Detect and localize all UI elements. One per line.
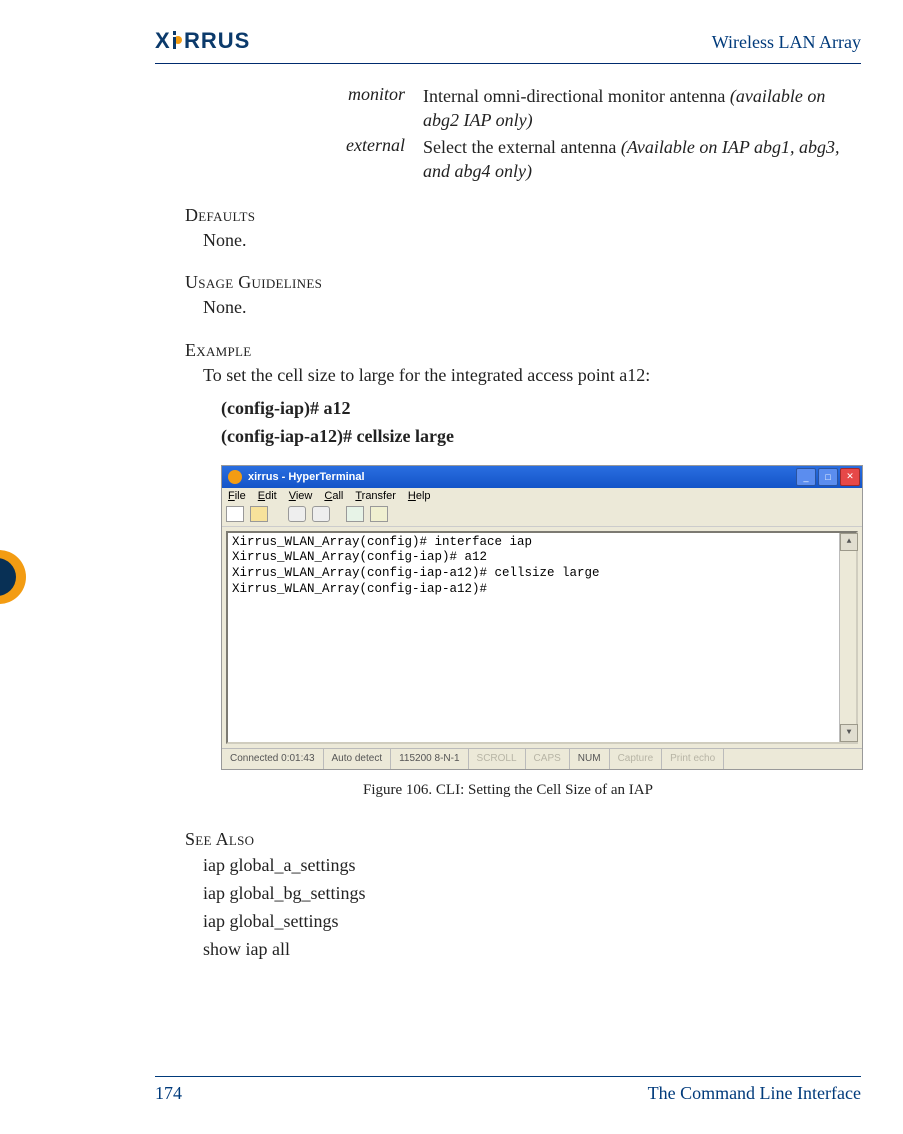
cmd-line-1: (config-iap)# a12 <box>221 395 861 423</box>
menu-transfer[interactable]: Transfer <box>355 490 396 502</box>
terminal-area[interactable]: Xirrus_WLAN_Array(config)# interface iap… <box>226 531 858 744</box>
menu-bar: File Edit View Call Transfer Help <box>222 488 862 504</box>
status-auto: Auto detect <box>324 749 392 769</box>
status-echo: Print echo <box>662 749 724 769</box>
heading-defaults: Defaults <box>185 205 861 226</box>
status-bar: Connected 0:01:43 Auto detect 115200 8-N… <box>222 748 862 769</box>
term-line: Xirrus_WLAN_Array(config-iap)# a12 <box>232 550 852 566</box>
seealso-item: show iap all <box>203 936 861 964</box>
seealso-item: iap global_bg_settings <box>203 880 861 908</box>
heading-seealso: See Also <box>185 829 861 850</box>
status-baud: 115200 8-N-1 <box>391 749 468 769</box>
spec-term-external: external <box>285 135 423 184</box>
new-icon[interactable] <box>226 506 244 522</box>
doc-title: Wireless LAN Array <box>712 28 861 53</box>
cmd-line-2: (config-iap-a12)# cellsize large <box>221 423 861 451</box>
close-button[interactable]: ✕ <box>840 468 860 486</box>
spec-external-text: Select the external antenna <box>423 137 621 157</box>
chapter-name: The Command Line Interface <box>648 1083 861 1104</box>
toolbar <box>222 504 862 527</box>
status-num: NUM <box>570 749 610 769</box>
maximize-button[interactable]: □ <box>818 468 838 486</box>
minimize-button[interactable]: _ <box>796 468 816 486</box>
menu-view[interactable]: View <box>289 490 313 502</box>
page-header: X RRUS Wireless LAN Array <box>155 28 861 64</box>
spec-monitor-text: Internal omni-directional monitor antenn… <box>423 86 730 106</box>
status-capture: Capture <box>610 749 663 769</box>
titlebar: xirrus - HyperTerminal _ □ ✕ <box>222 466 862 488</box>
spec-desc-monitor: Internal omni-directional monitor antenn… <box>423 84 861 133</box>
app-icon <box>228 470 242 484</box>
menu-call[interactable]: Call <box>324 490 343 502</box>
spec-desc-external: Select the external antenna (Available o… <box>423 135 861 184</box>
page-footer: 174 The Command Line Interface <box>155 1076 861 1104</box>
connect-icon[interactable] <box>288 506 306 522</box>
scrollbar[interactable]: ▲ ▼ <box>839 533 856 742</box>
example-commands: (config-iap)# a12 (config-iap-a12)# cell… <box>221 395 861 451</box>
status-conn: Connected 0:01:43 <box>222 749 324 769</box>
xirrus-logo: X RRUS <box>155 28 311 59</box>
hyperterminal-window: xirrus - HyperTerminal _ □ ✕ File Edit V… <box>221 465 863 770</box>
status-caps: CAPS <box>526 749 570 769</box>
open-icon[interactable] <box>250 506 268 522</box>
spec-table: monitor Internal omni-directional monito… <box>285 84 861 183</box>
defaults-body: None. <box>203 228 861 252</box>
term-line: Xirrus_WLAN_Array(config-iap-a12)# <box>232 582 852 598</box>
svg-text:X: X <box>155 28 171 53</box>
heading-usage: Usage Guidelines <box>185 272 861 293</box>
menu-help[interactable]: Help <box>408 490 431 502</box>
page-number: 174 <box>155 1083 182 1104</box>
scroll-up-icon[interactable]: ▲ <box>840 533 858 551</box>
status-scroll: SCROLL <box>469 749 526 769</box>
menu-edit[interactable]: Edit <box>258 490 277 502</box>
thumb-tab <box>0 550 26 604</box>
term-line: Xirrus_WLAN_Array(config-iap-a12)# cells… <box>232 566 852 582</box>
svg-text:RRUS: RRUS <box>184 28 250 53</box>
seealso-item: iap global_a_settings <box>203 852 861 880</box>
spec-term-monitor: monitor <box>285 84 423 133</box>
example-intro: To set the cell size to large for the in… <box>203 363 861 387</box>
term-line: Xirrus_WLAN_Array(config)# interface iap <box>232 535 852 551</box>
seealso-item: iap global_settings <box>203 908 861 936</box>
window-title: xirrus - HyperTerminal <box>246 471 796 483</box>
scroll-down-icon[interactable]: ▼ <box>840 724 858 742</box>
send-icon[interactable] <box>346 506 364 522</box>
disconnect-icon[interactable] <box>312 506 330 522</box>
menu-file[interactable]: File <box>228 490 246 502</box>
properties-icon[interactable] <box>370 506 388 522</box>
figure-caption: Figure 106. CLI: Setting the Cell Size o… <box>155 782 861 799</box>
heading-example: Example <box>185 340 861 361</box>
usage-body: None. <box>203 295 861 319</box>
see-also-list: iap global_a_settings iap global_bg_sett… <box>203 852 861 964</box>
